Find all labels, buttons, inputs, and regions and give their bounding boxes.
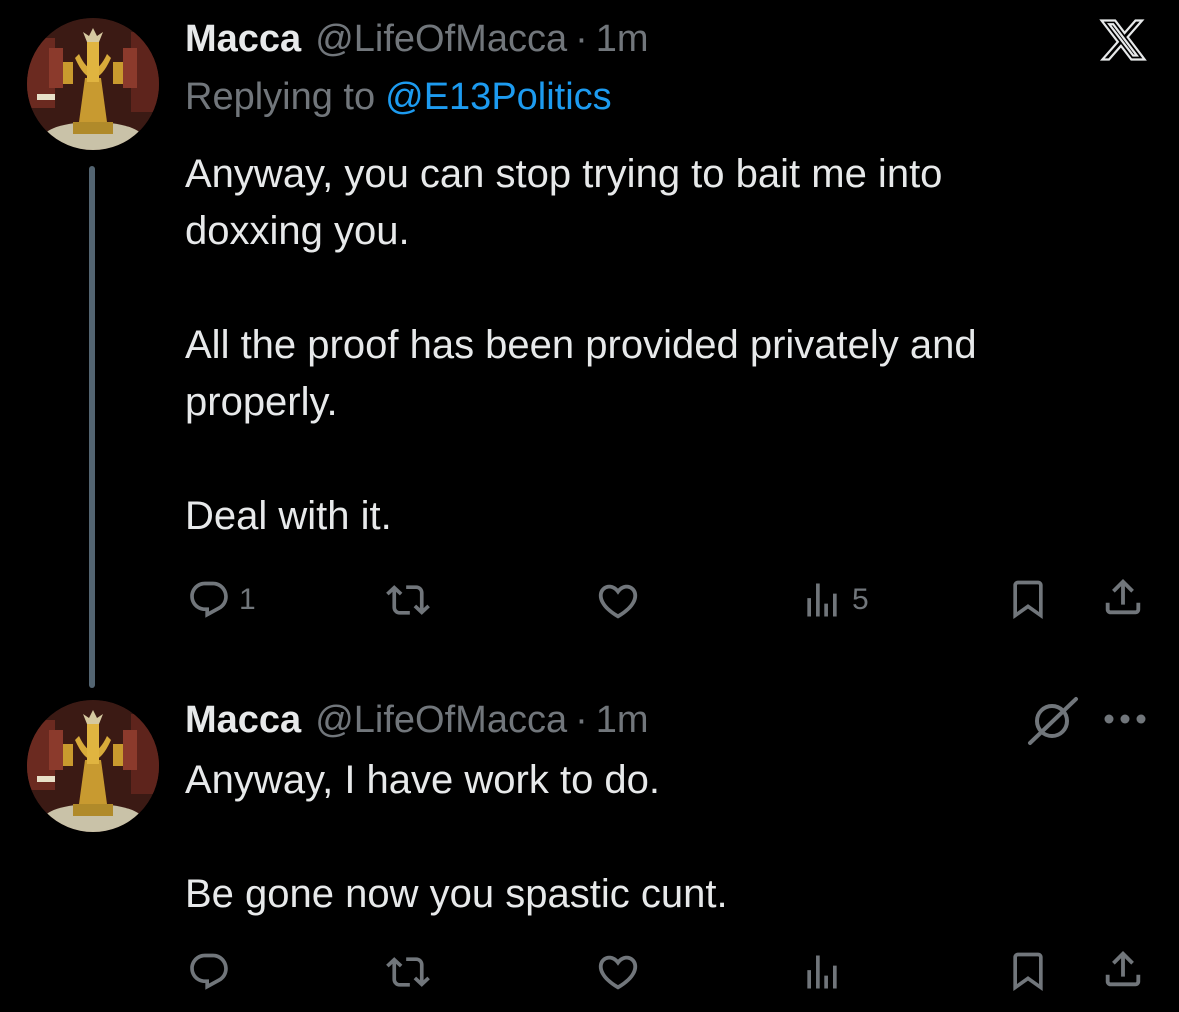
share-button[interactable] xyxy=(1100,946,1146,992)
separator-dot: · xyxy=(575,17,588,60)
tweet-header: Macca @LifeOfMacca · 1m xyxy=(185,17,649,61)
author-handle[interactable]: @LifeOfMacca xyxy=(315,18,567,61)
tweet-paragraph: Anyway, I have work to do. xyxy=(185,758,661,802)
avatar[interactable] xyxy=(27,700,159,832)
tweet-1[interactable]: Macca @LifeOfMacca · 1m Replying to @E13P… xyxy=(0,0,1179,650)
views-button[interactable] xyxy=(800,950,844,994)
heart-icon xyxy=(595,949,641,995)
ellipsis-icon[interactable] xyxy=(1102,712,1148,731)
repost-button[interactable] xyxy=(386,578,430,622)
bookmark-icon xyxy=(1006,948,1050,994)
repost-arrows-icon xyxy=(386,950,430,994)
like-button[interactable] xyxy=(595,949,641,995)
author-name[interactable]: Macca xyxy=(185,18,301,61)
author-handle[interactable]: @LifeOfMacca xyxy=(315,699,567,742)
timestamp[interactable]: 1m xyxy=(596,699,649,742)
heart-icon xyxy=(595,578,641,624)
repost-arrows-icon xyxy=(386,578,430,622)
like-button[interactable] xyxy=(595,578,641,624)
bookmark-button[interactable] xyxy=(1006,948,1050,994)
tweet-paragraph: All the proof has been provided privatel… xyxy=(185,323,977,424)
bookmark-icon xyxy=(1006,576,1050,622)
reply-button[interactable]: 1 xyxy=(187,578,256,622)
tweet-text: Anyway, you can stop trying to bait me i… xyxy=(185,146,1135,545)
separator-dot: · xyxy=(575,698,588,741)
author-name[interactable]: Macca xyxy=(185,699,301,742)
tweet-2[interactable]: Macca @LifeOfMacca · 1m Anyway, I have w… xyxy=(0,690,1179,1012)
replying-to-label: Replying to xyxy=(185,76,376,118)
replying-to-mention[interactable]: @E13Politics xyxy=(385,76,612,118)
grok-slash-circle-icon[interactable] xyxy=(1026,695,1082,752)
bookmark-button[interactable] xyxy=(1006,576,1050,622)
repost-button[interactable] xyxy=(386,950,430,994)
views-button[interactable]: 5 xyxy=(800,578,869,622)
tweet-text: Anyway, I have work to do. Be gone now y… xyxy=(185,752,1135,923)
tweet-header: Macca @LifeOfMacca · 1m xyxy=(185,698,649,742)
views-count: 5 xyxy=(852,583,869,616)
speech-bubble-icon xyxy=(187,950,231,994)
tweet-paragraph: Deal with it. xyxy=(185,494,392,538)
avatar[interactable] xyxy=(27,18,159,150)
share-upload-icon xyxy=(1100,946,1146,992)
bar-chart-icon xyxy=(800,950,844,994)
speech-bubble-icon xyxy=(187,578,231,622)
reply-count: 1 xyxy=(239,583,256,616)
tweet-paragraph: Be gone now you spastic cunt. xyxy=(185,872,728,916)
replying-to-line: Replying to @E13Politics xyxy=(185,76,612,119)
timestamp[interactable]: 1m xyxy=(596,18,649,61)
share-button[interactable] xyxy=(1100,574,1146,620)
share-upload-icon xyxy=(1100,574,1146,620)
reply-button[interactable] xyxy=(187,950,231,994)
bar-chart-icon xyxy=(800,578,844,622)
tweet-paragraph: Anyway, you can stop trying to bait me i… xyxy=(185,152,943,253)
